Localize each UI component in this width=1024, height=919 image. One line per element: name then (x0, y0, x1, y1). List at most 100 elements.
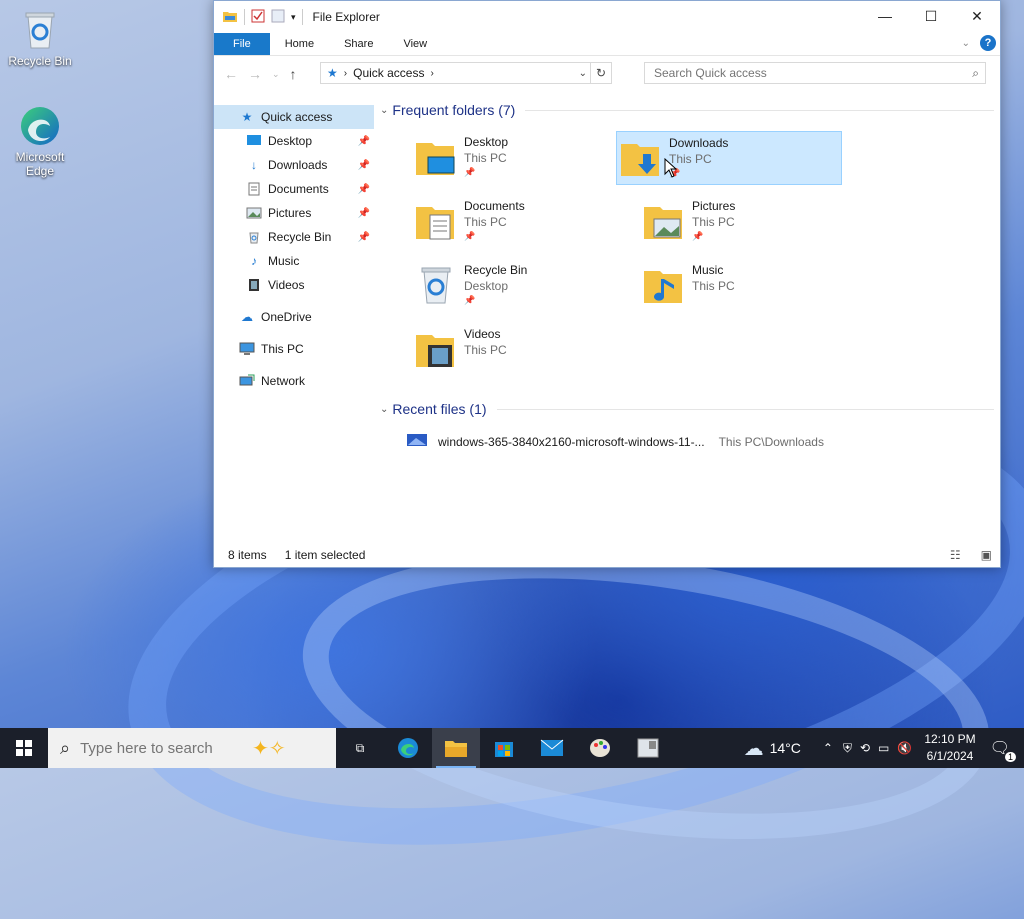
folder-tile-desktop[interactable]: Desktop This PC 📌 (412, 131, 636, 183)
documents-folder-icon (414, 199, 458, 243)
folder-tile-pictures[interactable]: Pictures This PC 📌 (640, 195, 864, 247)
chevron-right-icon[interactable]: › (344, 68, 347, 79)
title-bar[interactable]: ▾ File Explorer — ☐ ✕ (214, 1, 1000, 33)
sidebar-item-this-pc[interactable]: This PC (214, 337, 374, 361)
address-location[interactable]: Quick access (353, 66, 424, 80)
sync-icon[interactable]: ⟲ (860, 741, 870, 755)
file-name: windows-365-3840x2160-microsoft-windows-… (438, 434, 705, 449)
taskbar-search-input[interactable] (78, 738, 253, 758)
sidebar-item-documents[interactable]: Documents 📌 (214, 177, 374, 201)
recycle-bin-icon (414, 263, 458, 307)
cloud-weather-icon[interactable]: ☁ (744, 736, 764, 761)
folder-icon (445, 741, 467, 757)
folder-name: Recycle Bin (464, 263, 528, 277)
customize-toolbar-icon[interactable]: ▾ (291, 12, 296, 23)
folder-location: This PC (464, 343, 507, 357)
taskbar-edge[interactable] (384, 728, 432, 768)
taskbar-search-box[interactable]: ⌕ ✦✧ (48, 728, 336, 768)
taskbar-paint[interactable] (576, 728, 624, 768)
maximize-button[interactable]: ☐ (908, 1, 954, 31)
address-bar[interactable]: ★ › Quick access › ⌄ ↻ (320, 62, 612, 84)
pin-icon: 📌 (464, 231, 476, 241)
sidebar-item-label: Music (268, 254, 300, 268)
desktop-icon-edge[interactable]: Microsoft Edge (2, 104, 78, 178)
network-icon (239, 373, 255, 389)
paint-palette-icon (590, 739, 610, 757)
sidebar-item-label: Desktop (268, 134, 313, 148)
recent-file-row[interactable]: windows-365-3840x2160-microsoft-windows-… (406, 433, 824, 450)
desktop-icon-label: Microsoft Edge (15, 150, 65, 178)
chevron-down-icon[interactable]: ⌄ (380, 404, 388, 415)
sidebar-item-onedrive[interactable]: ☁ OneDrive (214, 305, 374, 329)
chevron-up-icon[interactable]: ⌃ (823, 741, 833, 755)
sidebar-item-label: OneDrive (261, 310, 312, 324)
up-arrow-icon[interactable]: ↑ (290, 66, 297, 82)
tab-share[interactable]: Share (329, 33, 388, 55)
folder-tile-music[interactable]: Music This PC (640, 259, 864, 311)
sidebar-item-quick-access[interactable]: ★ Quick access (214, 105, 374, 129)
network-icon[interactable]: ▭ (878, 741, 889, 755)
forward-arrow-icon[interactable]: → (248, 66, 262, 82)
folder-tile-downloads[interactable]: Downloads This PC 📌 (616, 131, 842, 185)
tab-view[interactable]: View (388, 33, 442, 55)
chevron-down-icon[interactable]: ⌄ (579, 68, 587, 79)
details-view-icon[interactable]: ☷ (950, 548, 961, 562)
large-icons-view-icon[interactable]: ▣ (981, 548, 992, 562)
taskbar-mail[interactable] (528, 728, 576, 768)
sidebar-item-downloads[interactable]: ↓ Downloads 📌 (214, 153, 374, 177)
videos-folder-icon (414, 327, 458, 371)
task-view-button[interactable]: ⧉ (336, 728, 384, 768)
window-title: File Explorer (312, 10, 380, 24)
recycle-bin-icon (18, 8, 62, 52)
notification-icon[interactable]: 🗨 1 (990, 738, 1016, 762)
new-folder-icon[interactable] (271, 9, 285, 26)
taskbar-store[interactable] (480, 728, 528, 768)
pin-icon: 📌 (357, 135, 370, 147)
mouse-cursor-icon (664, 157, 678, 181)
windows-logo-icon (16, 740, 32, 756)
recent-locations-icon[interactable]: ⌄ (272, 69, 280, 80)
chevron-down-icon[interactable]: ⌄ (380, 105, 388, 116)
refresh-icon[interactable]: ↻ (590, 63, 611, 83)
search-box[interactable]: ⌕ (644, 62, 986, 84)
desktop-icon-recycle-bin[interactable]: Recycle Bin (2, 8, 78, 68)
folder-tile-recycle-bin[interactable]: Recycle Bin Desktop 📌 (412, 259, 636, 311)
sidebar-item-recycle-bin[interactable]: Recycle Bin 📌 (214, 225, 374, 249)
item-count: 8 items (228, 548, 267, 562)
volume-muted-icon[interactable]: 🔇 (897, 741, 912, 755)
folder-tile-videos[interactable]: Videos This PC (412, 323, 636, 375)
sidebar-item-desktop[interactable]: Desktop 📌 (214, 129, 374, 153)
sidebar-item-network[interactable]: Network (214, 369, 374, 393)
folder-tile-documents[interactable]: Documents This PC 📌 (412, 195, 636, 247)
sidebar-item-pictures[interactable]: Pictures 📌 (214, 201, 374, 225)
expand-ribbon-icon[interactable]: ⌄ (962, 38, 970, 49)
start-button[interactable] (0, 728, 48, 768)
sidebar-item-label: Pictures (268, 206, 312, 220)
shield-icon[interactable]: ⛨ (843, 741, 852, 756)
minimize-button[interactable]: — (862, 1, 908, 31)
chevron-right-icon[interactable]: › (430, 68, 433, 79)
taskbar-app[interactable] (624, 728, 672, 768)
sidebar-item-music[interactable]: ♪ Music (214, 249, 374, 273)
image-file-icon (406, 433, 428, 450)
sidebar-item-label: Downloads (268, 158, 328, 172)
back-arrow-icon[interactable]: ← (224, 66, 238, 82)
tab-home[interactable]: Home (270, 33, 329, 55)
help-button[interactable]: ? (980, 35, 996, 51)
sidebar-item-videos[interactable]: Videos (214, 273, 374, 297)
time: 12:10 PM (924, 732, 976, 746)
tab-file[interactable]: File (214, 33, 270, 55)
clock[interactable]: 12:10 PM 6/1/2024 (924, 731, 975, 765)
taskbar-file-explorer[interactable] (432, 728, 480, 768)
recent-files-header[interactable]: ⌄ Recent files (1) (376, 398, 994, 420)
search-input[interactable] (652, 65, 956, 81)
properties-icon[interactable] (251, 9, 265, 26)
search-icon[interactable]: ⌕ (972, 66, 979, 81)
close-button[interactable]: ✕ (954, 1, 1000, 31)
frequent-folders-header[interactable]: ⌄ Frequent folders (7) (376, 99, 994, 121)
pictures-folder-icon (642, 199, 686, 243)
cloud-icon: ☁ (241, 310, 253, 324)
weather-temperature[interactable]: 14°C (770, 740, 801, 756)
desktop-icon (246, 133, 262, 149)
sidebar-item-label: Documents (268, 182, 329, 196)
